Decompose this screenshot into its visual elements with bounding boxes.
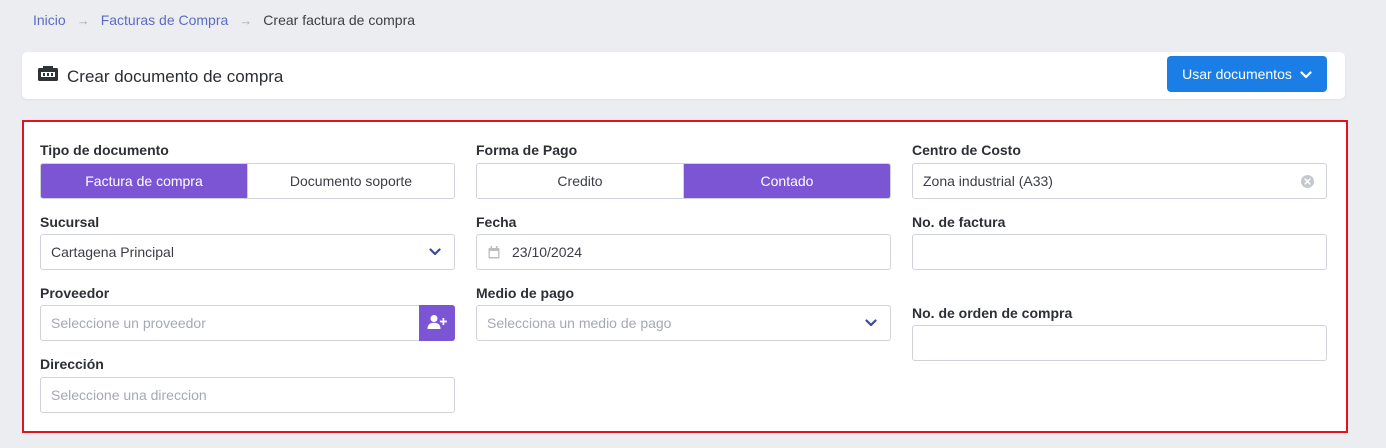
fecha-value: 23/10/2024 bbox=[512, 244, 583, 260]
centro-costo-value: Zona industrial (A33) bbox=[923, 173, 1053, 189]
forma-pago-label: Forma de Pago bbox=[476, 142, 578, 158]
direccion-placeholder: Seleccione una direccion bbox=[51, 387, 207, 403]
tipo-documento-label: Tipo de documento bbox=[40, 142, 169, 158]
medio-pago-placeholder: Selecciona un medio de pago bbox=[487, 315, 672, 331]
breadcrumb-link-facturas[interactable]: Facturas de Compra bbox=[101, 12, 229, 28]
proveedor-select[interactable]: Seleccione un proveedor bbox=[40, 305, 455, 341]
medio-pago-label: Medio de pago bbox=[476, 285, 574, 301]
fecha-label: Fecha bbox=[476, 214, 517, 230]
user-plus-icon bbox=[427, 314, 447, 333]
calendar-icon bbox=[488, 245, 500, 259]
option-documento-soporte[interactable]: Documento soporte bbox=[247, 164, 454, 198]
option-contado[interactable]: Contado bbox=[683, 164, 890, 198]
forma-pago-toggle: Credito Contado bbox=[476, 163, 891, 199]
use-documents-button[interactable]: Usar documentos bbox=[1167, 56, 1327, 92]
proveedor-placeholder: Seleccione un proveedor bbox=[51, 315, 206, 331]
option-credito[interactable]: Credito bbox=[477, 164, 683, 198]
page-title: Crear documento de compra bbox=[67, 66, 284, 86]
fecha-input[interactable]: 23/10/2024 bbox=[476, 234, 891, 270]
centro-costo-label: Centro de Costo bbox=[912, 142, 1021, 158]
breadcrumb-arrow-icon: → bbox=[76, 12, 90, 28]
clear-icon[interactable] bbox=[1301, 174, 1314, 188]
sucursal-label: Sucursal bbox=[40, 214, 100, 230]
sucursal-select[interactable]: Cartagena Principal bbox=[40, 234, 455, 270]
proveedor-label: Proveedor bbox=[40, 285, 110, 301]
cash-register-icon bbox=[37, 65, 59, 88]
no-factura-input[interactable] bbox=[912, 234, 1327, 270]
page-title-wrap: Crear documento de compra bbox=[37, 65, 283, 88]
breadcrumb-arrow-icon: → bbox=[239, 12, 253, 28]
direccion-select[interactable]: Seleccione una direccion bbox=[40, 377, 455, 413]
breadcrumb-current: Crear factura de compra bbox=[263, 12, 416, 28]
medio-pago-select[interactable]: Selecciona un medio de pago bbox=[476, 305, 891, 341]
use-documents-label: Usar documentos bbox=[1182, 66, 1292, 82]
no-orden-label: No. de orden de compra bbox=[912, 305, 1073, 321]
purchase-form: Tipo de documento Factura de compra Docu… bbox=[22, 120, 1348, 433]
chevron-down-icon bbox=[1292, 66, 1312, 82]
page-header: Crear documento de compra Usar documento… bbox=[22, 52, 1345, 99]
breadcrumb-link-inicio[interactable]: Inicio bbox=[33, 12, 66, 28]
option-factura-compra[interactable]: Factura de compra bbox=[41, 164, 247, 198]
chevron-down-icon bbox=[429, 248, 441, 256]
chevron-down-icon bbox=[865, 319, 877, 327]
centro-costo-select[interactable]: Zona industrial (A33) bbox=[912, 163, 1327, 199]
tipo-documento-toggle: Factura de compra Documento soporte bbox=[40, 163, 455, 199]
add-provider-button[interactable] bbox=[419, 305, 455, 341]
no-orden-input[interactable] bbox=[912, 325, 1327, 361]
breadcrumb: Inicio → Facturas de Compra → Crear fact… bbox=[33, 12, 415, 28]
no-factura-label: No. de factura bbox=[912, 214, 1006, 230]
direccion-label: Dirección bbox=[40, 356, 104, 372]
sucursal-value: Cartagena Principal bbox=[51, 244, 174, 260]
